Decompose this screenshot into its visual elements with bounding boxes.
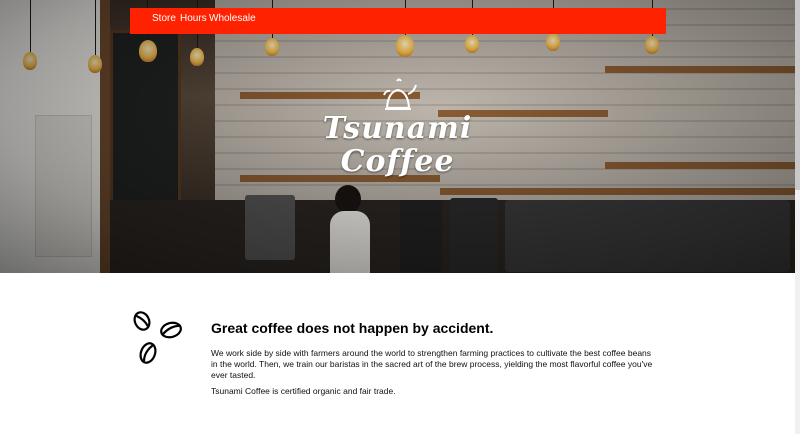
- certification-paragraph: Tsunami Coffee is certified organic and …: [211, 386, 396, 396]
- scrollbar-thumb[interactable]: [795, 0, 800, 190]
- brand-logo[interactable]: Tsunami Coffee: [0, 78, 795, 178]
- coffee-beans-icon: [133, 311, 182, 364]
- hero-image: Tsunami Coffee: [0, 0, 795, 273]
- logo-line-1: Tsunami: [322, 111, 473, 146]
- scrollbar[interactable]: [795, 0, 800, 434]
- headline: Great coffee does not happen by accident…: [211, 320, 494, 336]
- top-nav: Store Hours Wholesale: [130, 8, 666, 34]
- logo-line-2: Coffee: [340, 144, 455, 179]
- intro-paragraph: We work side by side with farmers around…: [211, 348, 653, 380]
- kettle-icon: [382, 78, 417, 110]
- nav-link-store[interactable]: Store: [152, 13, 176, 24]
- nav-link-hours[interactable]: Hours: [180, 13, 207, 24]
- nav-link-wholesale[interactable]: Wholesale: [209, 13, 256, 24]
